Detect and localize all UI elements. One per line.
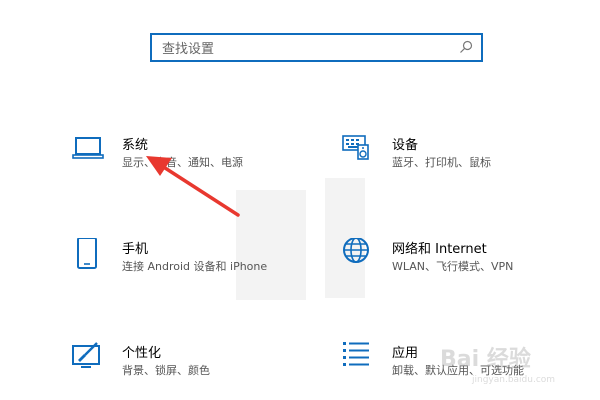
tile-personalization[interactable]: 个性化 背景、锁屏、颜色 <box>72 342 302 392</box>
phone-icon <box>77 238 97 269</box>
tile-description: 背景、锁屏、颜色 <box>122 364 210 377</box>
tile-title: 设备 <box>392 138 419 153</box>
list-icon <box>343 342 369 366</box>
tile-title: 手机 <box>122 242 149 257</box>
tile-title: 个性化 <box>122 346 162 361</box>
laptop-icon <box>72 137 104 159</box>
tile-description: 连接 Android 设备和 iPhone <box>122 260 268 273</box>
keyboard-speaker-icon <box>342 135 369 160</box>
globe-icon <box>343 238 369 263</box>
baidu-watermark: Bai 经验 jingyan.baidu.com <box>440 346 555 385</box>
tile-phone[interactable]: 手机 连接 Android 设备和 iPhone <box>72 238 302 288</box>
paint-brush-icon <box>72 342 100 368</box>
tile-title: 应用 <box>392 346 419 361</box>
watermark-text: Bai 经验 <box>440 346 531 372</box>
tile-title: 网络和 Internet <box>392 242 487 257</box>
tile-description: 蓝牙、打印机、鼠标 <box>392 156 491 169</box>
search-input[interactable] <box>160 39 454 59</box>
tile-description: WLAN、飞行模式、VPN <box>392 260 514 273</box>
tile-system[interactable]: 系统 显示、声音、通知、电源 <box>72 134 302 184</box>
tile-title: 系统 <box>122 138 149 153</box>
settings-home: 系统 显示、声音、通知、电源 设备 蓝牙、打印机、鼠标 手机 连接 Androi… <box>0 0 600 400</box>
tile-network[interactable]: 网络和 Internet WLAN、飞行模式、VPN <box>342 238 572 288</box>
search-box[interactable] <box>150 33 483 62</box>
watermark-url: jingyan.baidu.com <box>471 375 555 385</box>
tile-description: 显示、声音、通知、电源 <box>122 156 243 169</box>
search-icon[interactable] <box>459 40 473 54</box>
tile-devices[interactable]: 设备 蓝牙、打印机、鼠标 <box>342 134 572 184</box>
